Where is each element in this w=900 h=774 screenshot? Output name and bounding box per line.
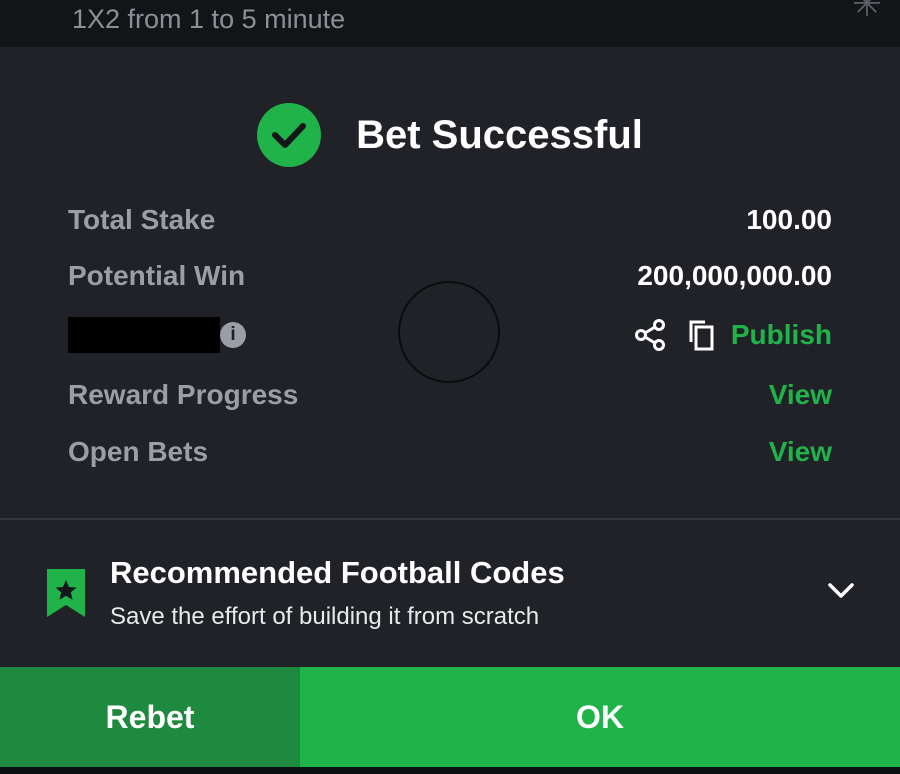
open-bets-label: Open Bets	[68, 436, 209, 467]
chevron-down-icon[interactable]	[827, 582, 855, 605]
page-title: Bet Successful	[356, 112, 643, 157]
reward-progress-label: Reward Progress	[68, 379, 299, 410]
share-icon[interactable]	[634, 319, 665, 351]
market-title: 1X2 from 1 to 5 minute	[72, 4, 346, 34]
ok-button[interactable]: OK	[300, 667, 900, 767]
potential-win-label: Potential Win	[68, 260, 246, 291]
action-bar: Rebet OK	[0, 667, 900, 767]
potential-win-value: 200,000,000.00	[637, 260, 832, 291]
open-bets-row: Open Bets View	[68, 432, 832, 472]
copy-icon[interactable]	[687, 318, 715, 352]
total-stake-value: 100.00	[746, 204, 832, 235]
booking-code: i	[68, 317, 246, 353]
bookmark-star-icon	[45, 567, 87, 624]
total-stake-label: Total Stake	[68, 204, 216, 235]
rebet-button[interactable]: Rebet	[0, 667, 300, 767]
promo-subtitle: Save the effort of building it from scra…	[110, 603, 540, 630]
redacted-booking-code	[68, 317, 220, 353]
promo-title: Recommended Football Codes	[110, 555, 565, 590]
bottom-edge	[0, 767, 900, 774]
reward-progress-view-link[interactable]: View	[769, 379, 832, 411]
info-icon[interactable]: i	[220, 322, 246, 348]
total-stake-row: Total Stake 100.00	[68, 200, 832, 240]
open-bets-view-link[interactable]: View	[769, 436, 832, 468]
recommended-codes-section[interactable]: Recommended Football Codes Save the effo…	[0, 520, 900, 666]
check-icon	[257, 103, 322, 167]
publish-link[interactable]: Publish	[731, 319, 832, 351]
share-actions: Publish	[634, 318, 832, 352]
success-header: Bet Successful	[0, 103, 900, 167]
market-header: 1X2 from 1 to 5 minute ✳	[0, 0, 900, 47]
loading-ring	[398, 281, 500, 383]
close-icon[interactable]: ✳	[852, 0, 882, 22]
